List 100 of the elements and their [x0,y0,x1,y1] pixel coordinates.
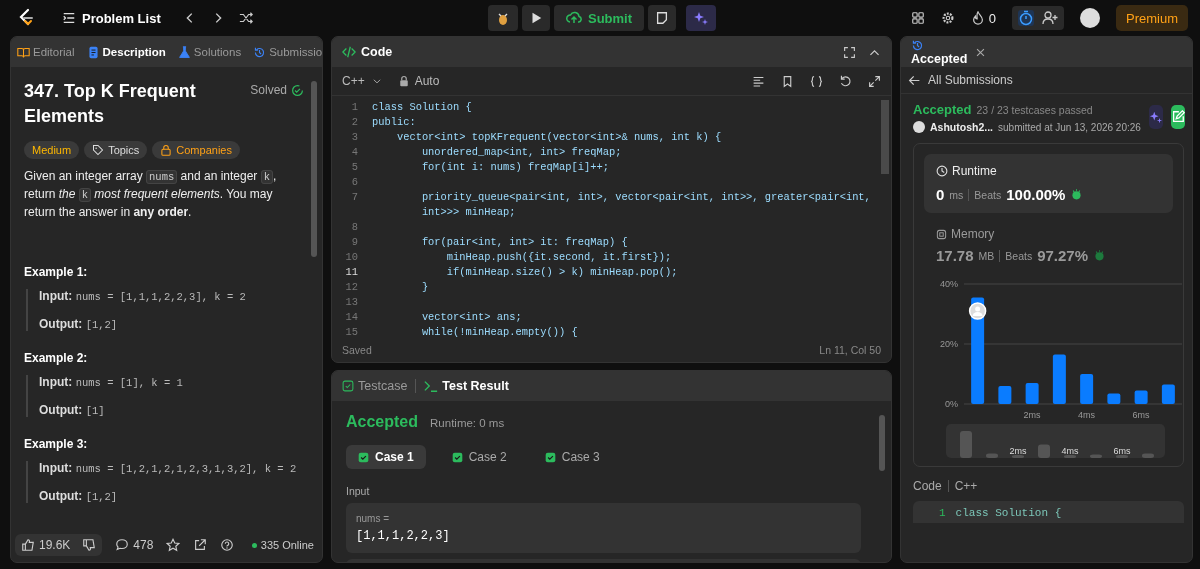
note-icon [655,11,670,25]
check-icon [451,451,463,463]
submit-button[interactable]: Submit [553,5,645,31]
overview-strip[interactable]: 2ms 4ms 6ms [946,424,1165,458]
panel-tab[interactable]: Solutions [177,45,242,59]
note-button[interactable] [648,5,677,31]
parameter-value: [1,1,1,2,2,3] [356,529,451,543]
debug-button[interactable] [487,5,518,31]
line-number: 2 [350,115,359,130]
add-user-icon[interactable] [1042,10,1058,26]
submission-time: submitted at Jun 13, 2026 20:26 [998,121,1141,133]
back-arrow-icon [908,73,921,87]
fullscreen-icon[interactable] [843,45,856,59]
x-tick-label: 4ms [1078,410,1096,420]
memory-title: Memory [936,227,1161,241]
language-select[interactable]: C++ [342,74,382,88]
share-icon[interactable] [193,538,208,552]
avatar[interactable] [1080,8,1100,28]
premium-button[interactable]: Premium [1116,5,1188,31]
line-number: 1 [350,100,359,115]
x-tick-label: 6ms [1132,410,1150,420]
language-label: C++ [954,479,978,493]
thumbs-up-icon [21,538,35,552]
panel-tab[interactable]: Accepted [911,38,968,66]
scrollbar[interactable] [311,81,317,257]
runtime-unit: ms [949,188,964,201]
panel-tab[interactable]: Testcase [342,379,408,393]
example-title: Example 3: [24,437,89,451]
case-tab[interactable]: Case 1 [346,445,426,469]
timer-icon[interactable] [1018,10,1034,26]
code-text: unordered_map<int, int> freqMap; [420,145,622,160]
line-number: 7 [350,190,359,205]
document-icon [86,45,100,59]
line-number: 6 [350,175,359,190]
line-number: 13 [344,295,359,310]
code-text: } [420,280,429,295]
overview-label: 4ms [1061,446,1079,456]
code-text: minHeap.push({it.second, it.first}); [445,250,672,265]
scrollbar[interactable] [881,100,889,174]
beats-label: Beats [974,188,1002,201]
checkbox-icon [342,380,354,392]
solved-status: Solved [250,83,304,97]
panel-tab[interactable]: Test Result [424,379,509,393]
testcases-passed: 23 / 23 testcases passed [976,103,1093,116]
topics-tag[interactable]: Topics [84,141,148,159]
online-count: 335 Online [251,539,314,551]
comments-button[interactable]: 478 [115,534,154,556]
case-tab[interactable]: Case 2 [439,445,519,469]
book-icon [17,45,30,59]
runtime-value: 0 [936,186,945,203]
line-number: 3 [350,130,359,145]
reset-icon[interactable] [839,74,852,88]
cursor-position: Ln 11, Col 50 [819,344,881,356]
layout-icon[interactable] [910,11,925,25]
edit-button[interactable] [1170,105,1185,129]
ai-button[interactable] [686,5,717,31]
difficulty-tag: Medium [24,141,80,159]
overview-bar [960,431,972,458]
close-icon[interactable] [975,46,987,58]
code-text: if(minHeap.size() > k) minHeap.pop(); [445,265,678,280]
ai-button[interactable] [1148,105,1163,129]
code-text: public: [372,115,416,130]
runtime-text: Runtime: 0 ms [430,417,505,429]
thumbs-down-icon [82,538,97,552]
code-text: class Solution { [955,507,1062,519]
star-icon[interactable] [166,538,181,552]
beats-percentage: 100.00% [1006,186,1066,203]
all-submissions-link[interactable]: All Submissions [908,73,1013,87]
scrollbar[interactable] [879,415,885,471]
settings-icon[interactable] [940,11,955,25]
overview-bar [986,453,998,458]
problem-list-button[interactable]: Problem List [62,10,161,26]
streak-counter[interactable]: 0 [970,10,996,26]
verdict-text: Accepted [346,413,419,431]
example-input-text: Input: nums = [1], k = 1 [39,375,184,389]
case-tab[interactable]: Case 3 [532,445,612,469]
line-number: 8 [350,220,359,235]
panel-tab[interactable]: Description [86,45,166,59]
help-icon[interactable] [220,538,235,552]
panel-title: Code [342,45,393,59]
code-text: class Solution { [372,100,472,115]
example-title: Example 2: [24,351,89,365]
username: Ashutosh2... [930,121,993,133]
panel-tab[interactable]: Editorial [17,45,75,59]
expand-icon[interactable] [868,74,881,88]
bookmark-icon[interactable] [781,74,794,88]
companies-tag[interactable]: Companies [152,141,240,159]
auto-mode-label: Auto [395,74,440,88]
braces-icon[interactable] [810,74,823,88]
code-text: vector<int> topKFrequent(vector<int>& nums, int k) { [395,130,722,145]
shuffle-icon[interactable] [238,11,253,25]
y-tick-label: 40% [940,279,958,289]
overview-label: 2ms [1009,446,1027,456]
example-output-text: Output: [1,2] [39,317,119,331]
runtime-card[interactable]: Runtime 0 ms Beats 100.00% [924,154,1173,213]
runtime-title: Runtime [936,164,1161,178]
format-icon[interactable] [752,74,765,88]
memory-card[interactable]: Memory 17.78 MB Beats 97.27% [924,213,1173,268]
panel-tab[interactable]: Submissio [253,45,322,59]
run-button[interactable] [521,5,550,31]
